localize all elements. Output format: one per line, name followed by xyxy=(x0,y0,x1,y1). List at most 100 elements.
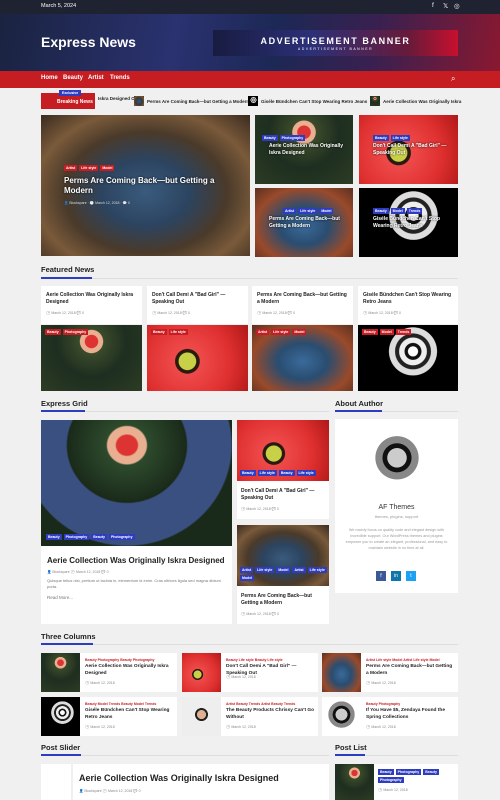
category-tag[interactable]: Beauty xyxy=(278,470,295,476)
category-tag[interactable]: Life style xyxy=(307,567,327,573)
post-title[interactable]: Perms Are Coming Back—but Getting a Mode… xyxy=(269,216,349,229)
category-tag[interactable]: Life style xyxy=(257,470,277,476)
category-tag[interactable]: Artist xyxy=(240,567,254,573)
three-col-item[interactable]: Beauty Photography If You Have $5, Zenda… xyxy=(322,697,458,736)
category-tag[interactable]: Beauty xyxy=(423,769,439,775)
category-tag[interactable]: Life style xyxy=(298,208,318,214)
hero-main-title[interactable]: Perms Are Coming Back—but Getting a Mode… xyxy=(64,176,224,197)
post-tags[interactable]: Artist Beauty Trends Artist Beauty Trend… xyxy=(226,702,318,706)
featured-card[interactable]: Aerie Collection Was Originally Iskra De… xyxy=(41,286,142,324)
hero-main-post[interactable]: Artist Life style Model Perms Are Coming… xyxy=(41,115,250,256)
ticker-item[interactable]: Giséle Bündchen Can't Stop Wearing Retro… xyxy=(248,96,367,106)
post-title[interactable]: Aerie Collection Was Originally Iskra De… xyxy=(46,292,136,306)
read-more-link[interactable]: Read More... xyxy=(47,595,73,600)
post-title[interactable]: Perms Are Coming Back—but Getting a Mode… xyxy=(366,664,456,677)
category-tag[interactable]: Life style xyxy=(255,567,275,573)
post-title[interactable]: Perms Are Coming Back—but Getting a Mode… xyxy=(257,292,347,306)
category-tag[interactable]: Photography xyxy=(378,777,404,783)
post-title[interactable]: Don't Call Demi A "Bad Girl" — Speaking … xyxy=(373,143,453,156)
post-thumbnail[interactable] xyxy=(41,653,80,692)
category-tag[interactable]: Life style xyxy=(296,470,316,476)
nav-beauty[interactable]: Beauty xyxy=(63,75,83,81)
category-tag[interactable]: Beauty xyxy=(373,208,389,214)
grid-side-image[interactable]: Artist Life style Model Artist Life style Mod… xyxy=(237,525,329,586)
three-col-item[interactable]: Beauty Life style Beauty Life style Don'… xyxy=(182,653,318,692)
hero-side-post[interactable]: Artist Life style Model Perms Are Coming B… xyxy=(255,188,353,257)
category-tag[interactable]: Photography xyxy=(279,135,306,141)
category-tag[interactable]: Model xyxy=(240,575,255,581)
featured-card[interactable]: Perms Are Coming Back—but Getting a Mode… xyxy=(252,286,353,324)
twitter-icon[interactable]: 𝕏 xyxy=(443,2,448,10)
search-icon[interactable]: ⌕ xyxy=(451,74,455,84)
category-tag[interactable]: Photography xyxy=(63,534,90,540)
category-tag[interactable]: Beauty xyxy=(373,135,389,141)
category-tag[interactable]: Model xyxy=(319,208,334,214)
featured-image[interactable]: Artist Life style Model xyxy=(252,325,353,391)
category-tag[interactable]: Artist xyxy=(283,208,297,214)
post-title[interactable]: Aerie Collection Was Originally Iskra De… xyxy=(269,143,349,156)
featured-image[interactable]: Beauty Life style xyxy=(147,325,248,391)
category-tag[interactable]: Life style xyxy=(168,329,188,335)
featured-image[interactable]: Beauty Model Trends xyxy=(358,325,458,391)
category-tag[interactable]: Life style xyxy=(79,165,99,171)
category-tag[interactable]: Photography xyxy=(395,769,422,775)
three-col-item[interactable]: Beauty Model Trends Beauty Model Trends … xyxy=(41,697,177,736)
three-col-item[interactable]: Artist Beauty Trends Artist Beauty Trend… xyxy=(182,697,318,736)
category-tag[interactable]: Model xyxy=(292,329,307,335)
post-title[interactable]: The Beauty Products Chrissy Can't Go Wit… xyxy=(226,708,316,721)
advertisement-banner[interactable]: ADVERTISEMENT BANNER ADVERTISEMENT BANNE… xyxy=(213,30,458,56)
post-title[interactable]: If You Have $5, Zendaya Found the Spring… xyxy=(366,708,456,721)
nav-trends[interactable]: Trends xyxy=(110,75,130,81)
featured-card[interactable]: Don't Call Demi A "Bad Girl" — Speaking … xyxy=(147,286,248,324)
category-tag[interactable]: Beauty xyxy=(262,135,278,141)
instagram-icon[interactable]: ◎ xyxy=(454,2,460,10)
category-tag[interactable]: Trends xyxy=(406,208,423,214)
post-tags[interactable]: Beauty Photography xyxy=(366,702,400,706)
site-logo[interactable]: Express News xyxy=(41,34,136,50)
post-title[interactable]: Giséle Bündchen Can't Stop Wearing Retro… xyxy=(363,292,453,306)
category-tag[interactable]: Beauty xyxy=(240,470,256,476)
grid-main-image[interactable]: Beauty Photography Beauty Photography xyxy=(41,420,232,546)
post-thumbnail[interactable] xyxy=(322,653,361,692)
category-tag[interactable]: Model xyxy=(276,567,291,573)
post-tags[interactable]: Beauty Model Trends Beauty Model Trends xyxy=(85,702,177,706)
ticker-item[interactable]: Iskra Designed Out xyxy=(98,96,139,101)
post-title[interactable]: Perms Are Coming Back—but Getting a Mode… xyxy=(241,593,325,607)
category-tag[interactable]: Artist xyxy=(64,165,78,171)
slider-prev[interactable] xyxy=(41,764,71,800)
category-tag[interactable]: Life style xyxy=(390,135,410,141)
hero-side-post[interactable]: Beauty Life style Don't Call Demi A "Bad … xyxy=(359,115,458,184)
category-tag[interactable]: Photography xyxy=(108,534,135,540)
post-thumbnail[interactable] xyxy=(182,653,221,692)
post-title[interactable]: Giséle Bündchen Can't Stop Wearing Retro… xyxy=(373,216,453,229)
nav-home[interactable]: Home xyxy=(41,75,58,81)
three-col-item[interactable]: Artist Life style Model Artist Life styl… xyxy=(322,653,458,692)
category-tag[interactable]: Model xyxy=(379,329,394,335)
nav-artist[interactable]: Artist xyxy=(88,75,104,81)
post-slider-card[interactable]: Aerie Collection Was Originally Iskra De… xyxy=(73,764,329,800)
category-tag[interactable]: Trends xyxy=(395,329,412,335)
category-tag[interactable]: Model xyxy=(100,165,115,171)
featured-card[interactable]: Giséle Bündchen Can't Stop Wearing Retro… xyxy=(358,286,458,324)
grid-side-image[interactable]: Beauty Life style Beauty Life style xyxy=(237,420,329,481)
category-tag[interactable]: Life style xyxy=(271,329,291,335)
twitter-icon[interactable]: t xyxy=(406,571,416,581)
category-tag[interactable]: Artist xyxy=(292,567,306,573)
category-tag[interactable]: Beauty xyxy=(362,329,378,335)
category-tag[interactable]: Beauty xyxy=(45,329,61,335)
category-tag[interactable]: Beauty xyxy=(46,534,62,540)
ticker-item[interactable]: Aerie Collection Was Originally Iskra xyxy=(370,96,461,106)
category-tag[interactable]: Photography xyxy=(62,329,89,335)
post-list-item[interactable]: Beauty Photography Beauty Photography 🕒 Mar… xyxy=(335,764,458,800)
post-tags[interactable]: Artist Life style Model Artist Life styl… xyxy=(366,658,458,662)
category-tag[interactable]: Artist xyxy=(256,329,270,335)
facebook-icon[interactable]: f xyxy=(376,571,386,581)
category-tag[interactable]: Beauty xyxy=(91,534,107,540)
post-thumbnail[interactable] xyxy=(41,697,80,736)
post-title[interactable]: Giséle Bündchen Can't Stop Wearing Retro… xyxy=(85,708,175,721)
post-title[interactable]: Aerie Collection Was Originally Iskra De… xyxy=(85,664,175,677)
post-title[interactable]: Don't Call Demi A "Bad Girl" — Speaking … xyxy=(241,488,325,502)
category-tag[interactable]: Beauty xyxy=(151,329,167,335)
post-title[interactable]: Aerie Collection Was Originally Iskra De… xyxy=(47,555,225,566)
category-tag[interactable]: Beauty xyxy=(378,769,394,775)
